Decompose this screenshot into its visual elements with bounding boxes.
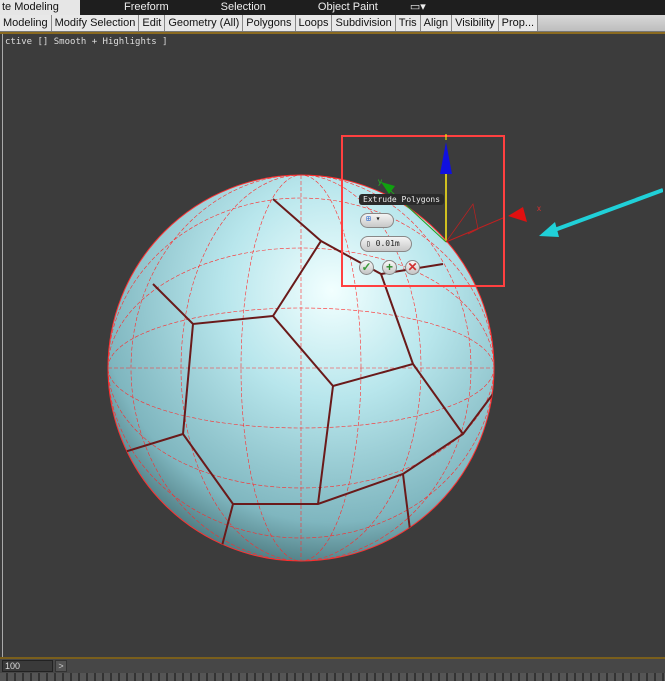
- tab-selection[interactable]: Selection: [219, 0, 276, 15]
- tab-graphite-modeling-tools[interactable]: te Modeling Tools: [0, 0, 80, 28]
- panel-align[interactable]: Align: [420, 15, 453, 31]
- panel-tris[interactable]: Tris: [395, 15, 421, 31]
- ok-check-button[interactable]: ✓: [359, 260, 374, 275]
- cancel-x-button[interactable]: ✕: [405, 260, 420, 275]
- panel-loops[interactable]: Loops: [295, 15, 333, 31]
- panel-visibility[interactable]: Visibility: [452, 15, 499, 31]
- panel-properties[interactable]: Prop...: [498, 15, 539, 31]
- viewport[interactable]: ctive [] Smooth + Highlights ] y x: [2, 34, 663, 657]
- panel-subdivision[interactable]: Subdivision: [332, 15, 396, 31]
- panel-modeling[interactable]: Modeling: [0, 15, 52, 31]
- panel-polygons[interactable]: Polygons: [243, 15, 296, 31]
- timeline-ruler[interactable]: [0, 673, 665, 681]
- panel-geometry[interactable]: Geometry (All): [165, 15, 244, 31]
- height-icon: ▯: [366, 239, 371, 248]
- ribbon-panels: Modeling Modify Selection Edit Geometry …: [0, 15, 665, 32]
- frame-counter[interactable]: 100: [2, 660, 53, 672]
- next-frame-button[interactable]: >: [55, 660, 67, 672]
- panel-modify-selection[interactable]: Modify Selection: [51, 15, 140, 31]
- extrude-type-dropdown[interactable]: ⊞ ▾: [360, 213, 394, 228]
- caddy-title: Extrude Polygons: [359, 194, 445, 205]
- apply-plus-button[interactable]: +: [382, 260, 397, 275]
- scene: y x: [107, 134, 663, 562]
- ribbon-options-icon[interactable]: ▭▾: [408, 0, 436, 15]
- extrude-height-value[interactable]: 0.01m: [376, 239, 400, 248]
- timeline-bar: [0, 659, 665, 673]
- svg-text:x: x: [537, 204, 541, 213]
- extrude-height-spinner[interactable]: ▯ 0.01m: [360, 236, 412, 252]
- group-icon: ⊞: [366, 214, 371, 223]
- panel-edit[interactable]: Edit: [139, 15, 166, 31]
- annotation-arrow: [539, 188, 663, 237]
- svg-text:y: y: [378, 177, 382, 186]
- tab-object-paint[interactable]: Object Paint: [316, 0, 388, 15]
- tab-freeform[interactable]: Freeform: [122, 0, 179, 15]
- top-ribbon-tabs: te Modeling Tools Freeform Selection Obj…: [0, 0, 665, 28]
